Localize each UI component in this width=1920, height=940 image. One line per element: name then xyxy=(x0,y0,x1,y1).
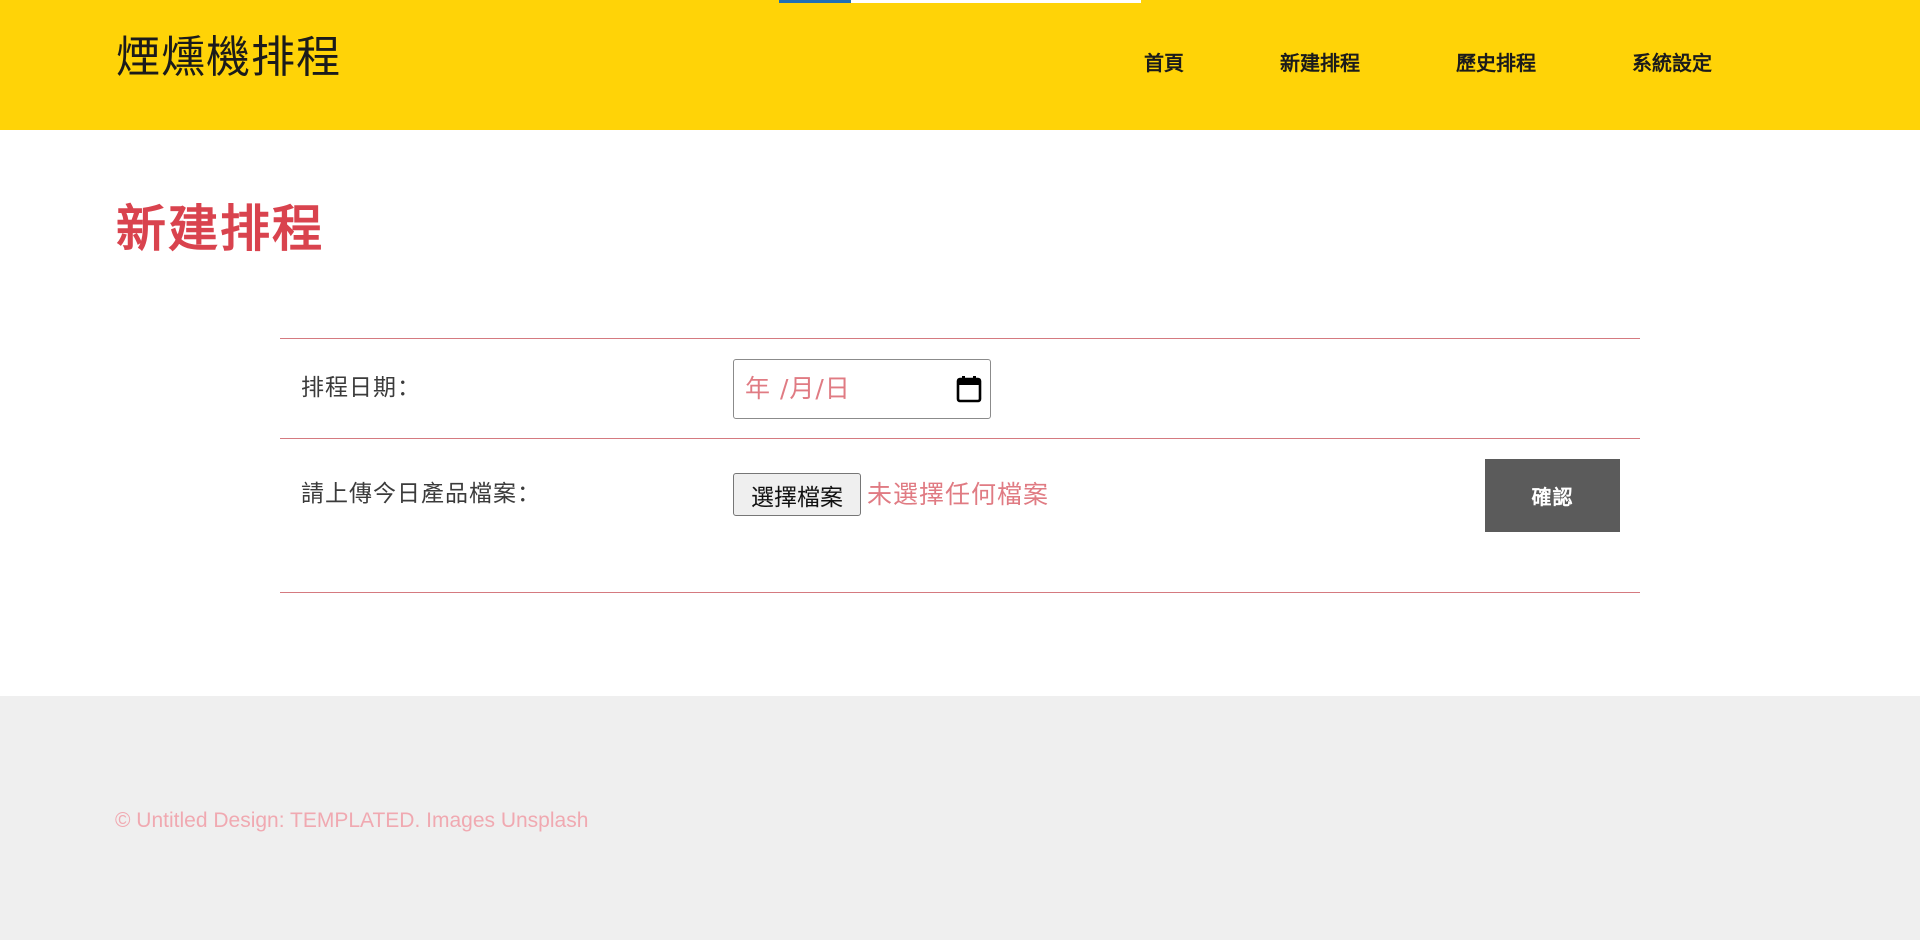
footer: © Untitled Design: TEMPLATED. Images Uns… xyxy=(0,696,1920,940)
header: 煙燻機排程 首頁 新建排程 歷史排程 系統設定 xyxy=(0,0,1920,130)
nav-item-history[interactable]: 歷史排程 xyxy=(1456,53,1536,73)
nav-item-settings[interactable]: 系統設定 xyxy=(1632,53,1712,73)
file-status: 未選擇任何檔案 xyxy=(867,480,1050,509)
calendar-icon[interactable] xyxy=(956,375,982,403)
copyright-text: © Untitled Design: TEMPLATED. Images Uns… xyxy=(115,809,589,832)
schedule-form: 排程日期： 年 /月/日 請上傳今日產品檔案： 選擇檔案 未選擇任何檔案 確認 xyxy=(280,338,1640,593)
site-title[interactable]: 煙燻機排程 xyxy=(116,36,341,80)
upload-row: 請上傳今日產品檔案： 選擇檔案 未選擇任何檔案 確認 xyxy=(280,439,1640,592)
date-label: 排程日期： xyxy=(301,375,421,401)
nav-item-home[interactable]: 首頁 xyxy=(1144,53,1184,73)
main-content: 新建排程 排程日期： 年 /月/日 請上傳今日產品檔案： 選擇檔案 未選擇任何檔… xyxy=(0,130,1920,696)
confirm-button[interactable]: 確認 xyxy=(1485,459,1620,532)
divider xyxy=(280,592,1640,593)
main-nav: 首頁 新建排程 歷史排程 系統設定 xyxy=(1144,53,1712,73)
top-accent-segment xyxy=(779,0,851,3)
choose-file-button[interactable]: 選擇檔案 xyxy=(733,473,861,516)
date-placeholder: 年 /月/日 xyxy=(745,374,851,403)
date-input[interactable]: 年 /月/日 xyxy=(733,359,991,419)
nav-item-new-schedule[interactable]: 新建排程 xyxy=(1280,53,1360,73)
date-row: 排程日期： 年 /月/日 xyxy=(280,339,1640,438)
page-title: 新建排程 xyxy=(116,200,324,258)
top-accent-bar xyxy=(779,0,1141,3)
upload-label: 請上傳今日產品檔案： xyxy=(301,481,541,507)
